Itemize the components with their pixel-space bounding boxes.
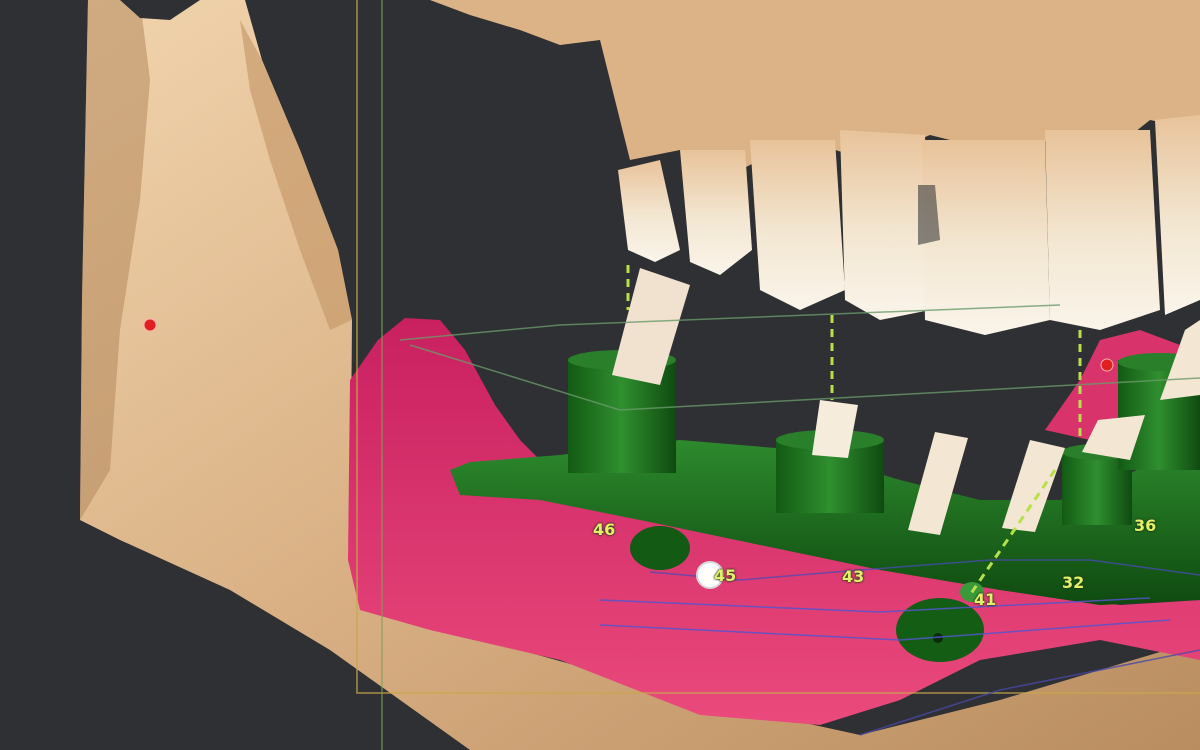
landmark-marker-right[interactable] bbox=[1100, 358, 1114, 372]
implant-label-32[interactable]: 32 bbox=[1062, 575, 1084, 591]
implant-label-45[interactable]: 45 bbox=[714, 568, 736, 584]
implant-label-43[interactable]: 43 bbox=[842, 569, 864, 585]
implant-label-41[interactable]: 41 bbox=[974, 592, 996, 608]
implant-label-36[interactable]: 36 bbox=[1134, 518, 1156, 534]
landmark-marker-left[interactable] bbox=[143, 318, 157, 332]
3d-viewport[interactable]: 46 45 43 41 32 36 bbox=[0, 0, 1200, 750]
implant-label-46[interactable]: 46 bbox=[593, 522, 615, 538]
dental-3d-scene[interactable] bbox=[0, 0, 1200, 750]
